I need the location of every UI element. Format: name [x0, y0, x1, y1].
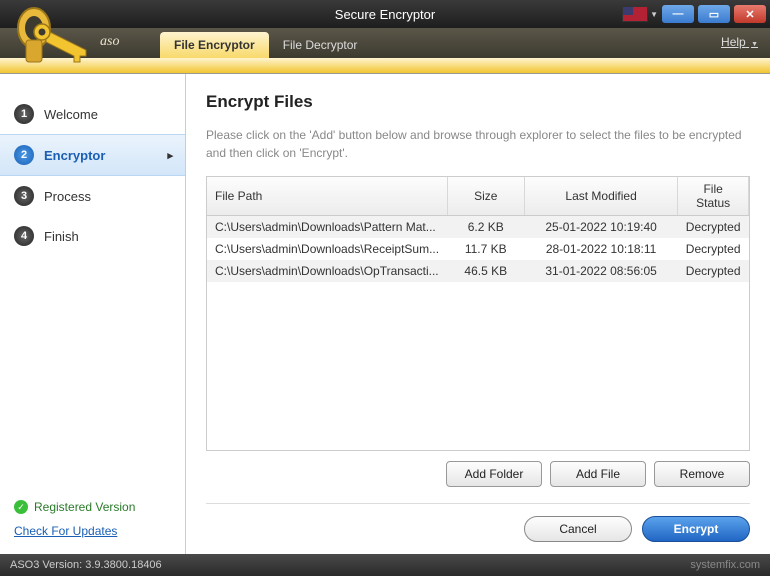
- menubar: aso File Encryptor File Decryptor Help ▼: [0, 28, 770, 58]
- sidebar: 1 Welcome 2 Encryptor 3 Process 4 Finish…: [0, 74, 186, 554]
- table-row[interactable]: C:\Users\admin\Downloads\OpTransacti... …: [207, 260, 749, 282]
- cell-path: C:\Users\admin\Downloads\Pattern Mat...: [207, 216, 447, 239]
- table-header-row: File Path Size Last Modified File Status: [207, 177, 749, 216]
- registered-label: Registered Version: [34, 500, 135, 514]
- step-number: 4: [14, 226, 34, 246]
- cell-modified: 28-01-2022 10:18:11: [524, 238, 677, 260]
- page-description: Please click on the 'Add' button below a…: [206, 126, 750, 162]
- tab-file-encryptor[interactable]: File Encryptor: [160, 32, 269, 58]
- key-lock-icon: [8, 0, 93, 72]
- version-label: ASO3 Version: 3.9.3800.18406: [10, 559, 162, 571]
- help-label: Help: [721, 35, 746, 49]
- check-updates-link[interactable]: Check For Updates: [14, 524, 171, 538]
- brand-label: aso: [100, 34, 119, 50]
- col-size[interactable]: Size: [447, 177, 524, 216]
- step-label: Encryptor: [44, 148, 105, 163]
- cell-path: C:\Users\admin\Downloads\ReceiptSum...: [207, 238, 447, 260]
- step-welcome[interactable]: 1 Welcome: [0, 94, 185, 134]
- cell-modified: 31-01-2022 08:56:05: [524, 260, 677, 282]
- file-buttons: Add Folder Add File Remove: [206, 461, 750, 487]
- step-finish[interactable]: 4 Finish: [0, 216, 185, 256]
- watermark: systemfix.com: [690, 559, 760, 571]
- help-menu[interactable]: Help ▼: [709, 28, 770, 58]
- cell-path: C:\Users\admin\Downloads\OpTransacti...: [207, 260, 447, 282]
- page-title: Encrypt Files: [206, 92, 750, 112]
- cell-status: Decrypted: [678, 238, 749, 260]
- cell-size: 11.7 KB: [447, 238, 524, 260]
- file-table: File Path Size Last Modified File Status…: [206, 176, 750, 451]
- remove-button[interactable]: Remove: [654, 461, 750, 487]
- step-encryptor[interactable]: 2 Encryptor: [0, 134, 185, 176]
- cell-modified: 25-01-2022 10:19:40: [524, 216, 677, 239]
- minimize-button[interactable]: —: [662, 5, 694, 23]
- step-number: 3: [14, 186, 34, 206]
- sidebar-footer: ✓ Registered Version Check For Updates: [0, 490, 185, 554]
- step-process[interactable]: 3 Process: [0, 176, 185, 216]
- us-flag-icon: [622, 6, 648, 22]
- cell-status: Decrypted: [678, 260, 749, 282]
- maximize-button[interactable]: ▭: [698, 5, 730, 23]
- step-label: Welcome: [44, 107, 98, 122]
- cancel-button[interactable]: Cancel: [524, 516, 632, 542]
- step-label: Finish: [44, 229, 79, 244]
- step-number: 1: [14, 104, 34, 124]
- titlebar: Secure Encryptor ▼ — ▭ ✕: [0, 0, 770, 28]
- statusbar: ASO3 Version: 3.9.3800.18406 systemfix.c…: [0, 554, 770, 576]
- app-title: Secure Encryptor: [335, 7, 435, 22]
- table-row[interactable]: C:\Users\admin\Downloads\ReceiptSum... 1…: [207, 238, 749, 260]
- close-button[interactable]: ✕: [734, 5, 766, 23]
- language-flag[interactable]: ▼: [622, 6, 658, 22]
- add-folder-button[interactable]: Add Folder: [446, 461, 542, 487]
- tabs: File Encryptor File Decryptor: [160, 28, 371, 58]
- tab-file-decryptor[interactable]: File Decryptor: [269, 32, 372, 58]
- content: Encrypt Files Please click on the 'Add' …: [186, 74, 770, 554]
- chevron-down-icon: ▼: [751, 41, 758, 48]
- action-buttons: Cancel Encrypt: [206, 503, 750, 542]
- encrypt-button[interactable]: Encrypt: [642, 516, 750, 542]
- step-number: 2: [14, 145, 34, 165]
- main: 1 Welcome 2 Encryptor 3 Process 4 Finish…: [0, 74, 770, 554]
- check-icon: ✓: [14, 500, 28, 514]
- cell-size: 46.5 KB: [447, 260, 524, 282]
- chevron-down-icon: ▼: [650, 10, 658, 19]
- gold-strip: [0, 58, 770, 74]
- col-modified[interactable]: Last Modified: [524, 177, 677, 216]
- wizard-steps: 1 Welcome 2 Encryptor 3 Process 4 Finish: [0, 74, 185, 490]
- step-label: Process: [44, 189, 91, 204]
- cell-status: Decrypted: [678, 216, 749, 239]
- table-row[interactable]: C:\Users\admin\Downloads\Pattern Mat... …: [207, 216, 749, 239]
- add-file-button[interactable]: Add File: [550, 461, 646, 487]
- cell-size: 6.2 KB: [447, 216, 524, 239]
- col-status[interactable]: File Status: [678, 177, 749, 216]
- col-file-path[interactable]: File Path: [207, 177, 447, 216]
- registered-version: ✓ Registered Version: [14, 500, 171, 514]
